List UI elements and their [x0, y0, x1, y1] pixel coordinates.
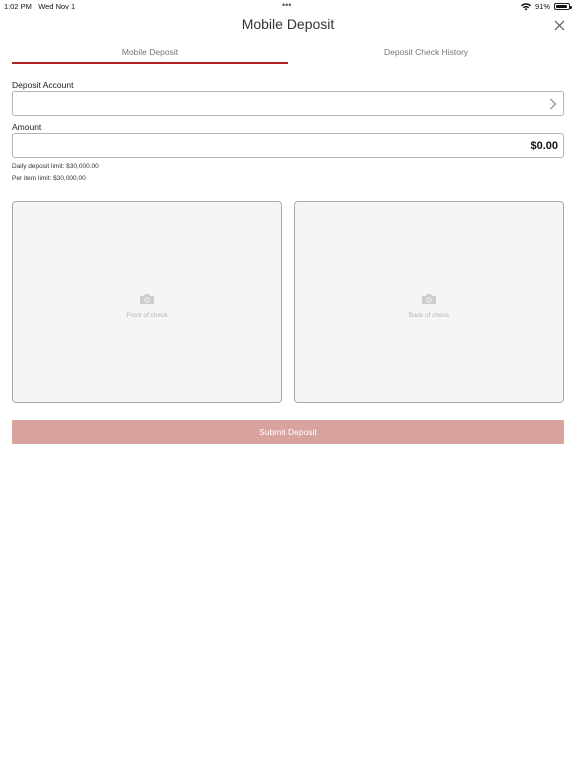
battery-icon — [554, 3, 572, 10]
tab-mobile-deposit[interactable]: Mobile Deposit — [12, 44, 288, 64]
deposit-account-select[interactable] — [12, 91, 564, 116]
daily-limit-text: Daily deposit limit: $30,000.00 — [12, 163, 99, 170]
deposit-account-label: Deposit Account — [12, 80, 74, 90]
wifi-icon — [520, 2, 531, 10]
page-title: Mobile Deposit — [241, 16, 335, 32]
front-of-check-capture[interactable]: Front of check — [12, 201, 282, 403]
status-right: 91% — [520, 2, 572, 11]
amount-field[interactable]: $0.00 — [12, 133, 564, 158]
battery-percent: 91% — [534, 2, 550, 11]
active-tab-indicator — [12, 62, 288, 64]
close-icon — [554, 20, 564, 30]
status-bar: 1:02 PM Wed Nov 1 ••• 91% — [0, 0, 576, 12]
close-button[interactable] — [552, 18, 566, 32]
back-of-check-capture[interactable]: Back of check — [294, 201, 564, 403]
status-time-date: 1:02 PM Wed Nov 1 — [4, 2, 75, 11]
amount-label: Amount — [12, 122, 42, 132]
camera-icon — [422, 294, 436, 304]
status-date: Wed Nov 1 — [38, 2, 76, 11]
tab-bar: Mobile Deposit Deposit Check History — [12, 44, 564, 66]
amount-value: $0.00 — [530, 140, 558, 152]
back-of-check-caption: Back of check — [408, 312, 450, 319]
submit-deposit-button[interactable]: Submit Deposit — [12, 420, 564, 444]
multitask-dots[interactable]: ••• — [282, 0, 291, 10]
camera-icon — [140, 294, 154, 304]
per-item-limit-text: Per item limit: $30,000.00 — [12, 175, 86, 182]
tab-deposit-check-history[interactable]: Deposit Check History — [288, 44, 564, 64]
chevron-right-icon — [550, 98, 557, 110]
front-of-check-caption: Front of check — [126, 312, 168, 319]
status-time: 1:02 PM — [4, 2, 32, 11]
